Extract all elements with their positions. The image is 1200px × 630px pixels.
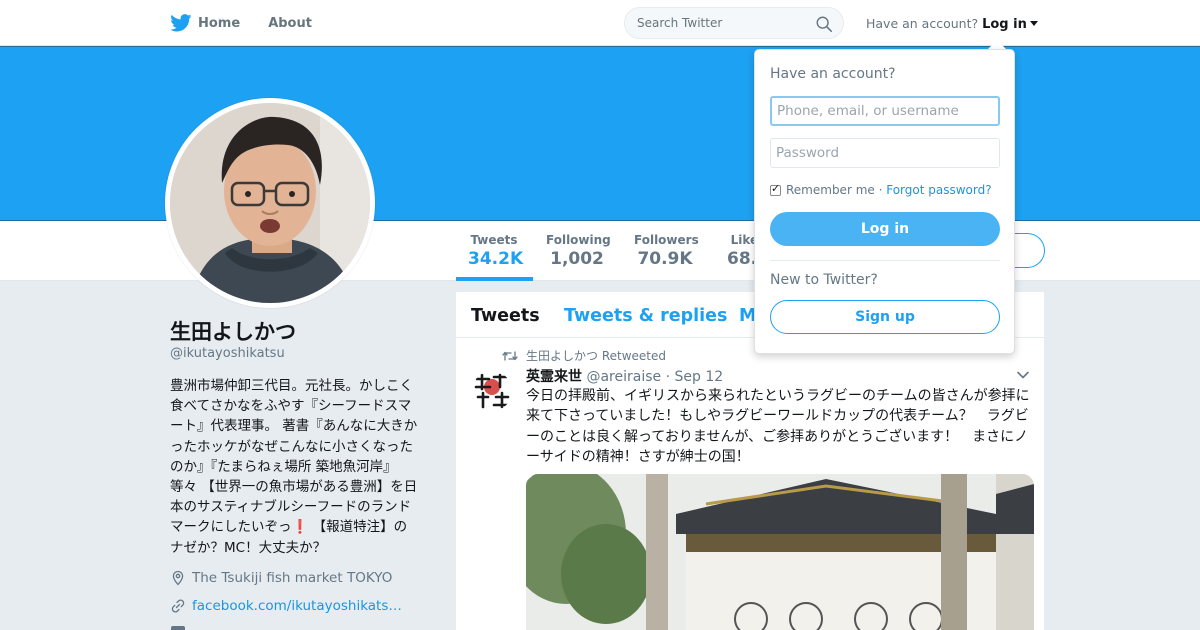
password-input[interactable] <box>770 138 1000 168</box>
stat-tweets[interactable]: Tweets 34.2K <box>468 233 524 269</box>
search-placeholder: Search Twitter <box>637 16 723 30</box>
tweet-author-name[interactable]: 英霊来世 <box>526 369 582 385</box>
stat-value: 34.2K <box>468 249 524 269</box>
tweet-header: 英霊来世 @areiraise · Sep 12 <box>526 366 723 386</box>
search-box[interactable]: Search Twitter <box>624 7 844 39</box>
stat-label: Tweets <box>470 233 518 247</box>
tweet-text: 今日の拝殿前、イギリスから来られたというラグビーのチームの皆さんが参拝に 来て下… <box>526 386 1034 467</box>
caret-down-icon[interactable] <box>1029 21 1038 26</box>
avatar-photo <box>170 103 370 303</box>
tweet-text-line: 今日の拝殿前、イギリスから来られたというラグビーのチームの皆さんが参拝に <box>526 388 1030 404</box>
bio-line: ート』代表理事。 著書『あんなに大きか <box>170 418 418 435</box>
signup-button[interactable]: Sign up <box>770 300 1000 334</box>
search-icon[interactable] <box>815 15 833 33</box>
tweet-author-handle[interactable]: @areiraise <box>586 369 661 385</box>
bio-line: のか』『たまらねぇ場所 築地魚河岸』 <box>170 458 397 475</box>
tweet-text-line: 来て下さっていました！もしやラグビーワールドカップの代表チーム？ ラグビ <box>526 408 1029 425</box>
account-menu[interactable]: Have an account? Log in <box>866 16 1038 32</box>
login-menu-label[interactable]: Log in <box>982 17 1027 32</box>
retweet-context-text[interactable]: 生田よしかつ Retweeted <box>526 347 666 364</box>
tweet-text-line: ーのことは良く解っておりませんが、ご参拝ありがとうございます！ まさにノ <box>526 428 1029 445</box>
login-button[interactable]: Log in <box>770 212 1000 246</box>
remember-me-checkbox[interactable] <box>770 182 781 196</box>
username-input[interactable] <box>770 96 1000 126</box>
website-link[interactable]: facebook.com/ikutayoshikats… <box>192 598 402 614</box>
tweet-author-avatar[interactable] <box>472 371 512 411</box>
stat-followers[interactable]: Followers 70.9K <box>634 233 699 269</box>
bio-line: 等々 【世界一の魚市場がある豊洲】を日 <box>170 479 418 496</box>
bio-line: 豊洲市場仲卸三代目。元社長。かしこく <box>170 378 413 394</box>
retweet-icon <box>502 350 518 361</box>
profile-bio: 豊洲市場仲卸三代目。元社長。かしこく 食べてさかなをふやす『シーフードスマ ート… <box>170 376 432 558</box>
have-account-text: Have an account? <box>866 16 979 31</box>
home-nav-link[interactable]: Home <box>170 14 240 32</box>
chevron-down-icon[interactable] <box>1016 368 1030 382</box>
link-icon <box>171 599 185 613</box>
bio-line: ったホッケがなぜこんなに小さくなった <box>170 438 413 455</box>
remember-separator: · <box>874 183 887 197</box>
bio-line: マークにしたいぞっ❗ 【報道特注】の <box>170 517 432 537</box>
bio-line: 食べてさかなをふやす『シーフードスマ <box>170 398 412 415</box>
login-dropdown: Have an account? Remember me · Forgot pa… <box>754 49 1015 354</box>
exclamation-emoji: ❗ <box>291 519 309 536</box>
stat-following[interactable]: Following 1,002 <box>546 233 611 269</box>
location-icon <box>172 570 184 586</box>
tab-tweets[interactable]: Tweets <box>471 306 540 326</box>
dropdown-divider <box>770 260 1000 261</box>
twitter-bird-icon <box>170 14 192 32</box>
profile-avatar[interactable] <box>165 98 375 308</box>
top-navigation: Home About Search Twitter Have an accoun… <box>0 0 1200 46</box>
profile-name: 生田よしかつ <box>170 320 296 344</box>
new-to-twitter-text: New to Twitter? <box>770 272 878 288</box>
about-nav-link[interactable]: About <box>268 16 312 31</box>
avatar-portrait <box>170 103 370 303</box>
retweet-context: 生田よしかつ Retweeted <box>502 347 666 364</box>
bio-text: マークにしたいぞっ <box>170 519 292 536</box>
tab-tweets-replies[interactable]: Tweets & replies <box>564 306 727 326</box>
profile-handle[interactable]: @ikutayoshikatsu <box>170 346 285 361</box>
remember-row: Remember me · Forgot password? <box>770 182 992 197</box>
bio-line: 本のサスティナブルシーフードのランド <box>170 499 412 516</box>
bio-line: ナゼか？MC！大丈夫か？ <box>170 539 327 556</box>
nav-left: Home About <box>170 0 312 46</box>
tweet-avatar-logo <box>472 371 512 411</box>
home-label: Home <box>198 15 241 31</box>
shrine-photo <box>526 474 1034 630</box>
dropdown-title: Have an account? <box>770 66 896 82</box>
profile-location: The Tsukiji fish market TOKYO <box>170 570 392 586</box>
stat-value: 70.9K <box>637 249 693 269</box>
forgot-password-link[interactable]: Forgot password? <box>886 183 991 197</box>
location-text: The Tsukiji fish market TOKYO <box>192 570 393 586</box>
stat-label: Following <box>546 233 611 247</box>
bio-text: 【報道特注】の <box>308 519 408 536</box>
tweet-date[interactable]: · Sep 12 <box>666 369 724 385</box>
stat-label: Followers <box>634 233 699 247</box>
stat-value: 1,002 <box>550 249 604 269</box>
profile-website[interactable]: facebook.com/ikutayoshikats… <box>170 598 402 614</box>
tweet-media-image[interactable] <box>526 474 1034 630</box>
remember-me-label[interactable]: Remember me <box>786 183 875 197</box>
active-stat-underline <box>456 277 533 281</box>
profile-meta-partial-icon <box>171 626 185 630</box>
tweet-text-line: ーサイドの精神！さすが紳士の国！ <box>526 448 750 465</box>
